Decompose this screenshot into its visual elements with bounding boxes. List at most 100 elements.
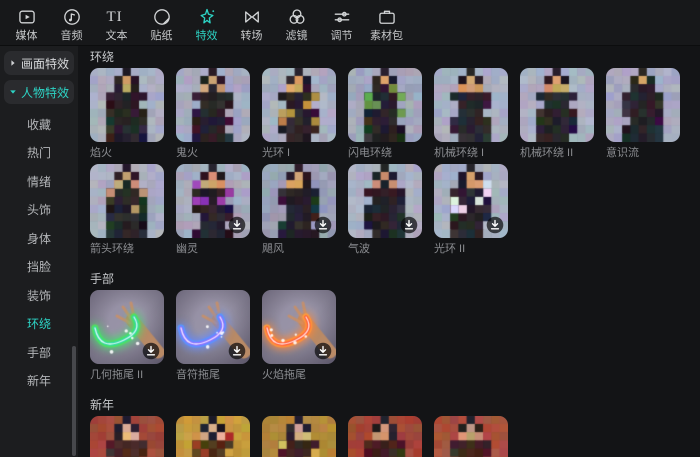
effect-label: 意识流 xyxy=(606,147,639,159)
toolbar-item-text[interactable]: TI 文本 xyxy=(94,7,139,42)
effect-thumbnail xyxy=(434,416,508,457)
effect-thumbnail xyxy=(262,68,336,142)
toolbar-item-label: 贴纸 xyxy=(150,30,173,42)
effect-thumbnail-art xyxy=(176,416,250,457)
sidebar-scrollbar-thumb[interactable] xyxy=(72,346,76,456)
download-icon[interactable] xyxy=(142,342,160,360)
sidebar-item-9[interactable]: 新年 xyxy=(0,367,78,396)
effect-thumbnail xyxy=(348,164,422,238)
effects-section: 手部 几何拖尾 II 音符拖尾 火焰拖尾 xyxy=(90,272,700,386)
effect-thumbnail-art xyxy=(90,68,164,142)
effects-grid xyxy=(90,416,700,457)
effect-label: 鬼火 xyxy=(176,147,198,159)
sidebar-item-5[interactable]: 挡脸 xyxy=(0,253,78,282)
sidebar-item-0[interactable]: 收藏 xyxy=(0,110,78,139)
app-window: 媒体 音频 TI 文本 贴纸 特效 转场 滤镜 调节 素材包 画面特效 人物特效… xyxy=(0,0,700,457)
toolbar-item-label: 滤镜 xyxy=(285,30,308,42)
sidebar-item-label: 身体 xyxy=(26,231,51,246)
toolbar: 媒体 音频 TI 文本 贴纸 特效 转场 滤镜 调节 素材包 xyxy=(0,0,700,46)
effect-card[interactable]: 飓风 xyxy=(262,164,336,260)
effect-card[interactable]: 光环 II xyxy=(434,164,508,260)
sidebar-item-label: 情绪 xyxy=(26,174,51,189)
sidebar-item-1[interactable]: 热门 xyxy=(0,139,78,168)
effect-thumbnail xyxy=(262,164,336,238)
effect-card[interactable] xyxy=(348,416,422,457)
toolbar-item-effects[interactable]: 特效 xyxy=(184,7,229,42)
sidebar-item-8[interactable]: 手部 xyxy=(0,338,78,367)
transition-icon xyxy=(242,7,262,27)
sidebar-item-6[interactable]: 装饰 xyxy=(0,281,78,310)
effect-label: 光环 II xyxy=(434,243,466,255)
sidebar-item-7[interactable]: 环绕 xyxy=(0,310,78,339)
download-icon[interactable] xyxy=(314,216,332,234)
effect-card[interactable] xyxy=(176,416,250,457)
effect-thumbnail xyxy=(90,416,164,457)
effect-card[interactable]: 意识流 xyxy=(606,68,680,164)
sidebar-group[interactable]: 人物特效 xyxy=(4,80,74,104)
toolbar-item-media[interactable]: 媒体 xyxy=(4,7,49,42)
sidebar-group[interactable]: 画面特效 xyxy=(4,51,74,75)
effect-card[interactable] xyxy=(434,416,508,457)
sidebar-item-3[interactable]: 头饰 xyxy=(0,196,78,225)
effect-card[interactable]: 幽灵 xyxy=(176,164,250,260)
toolbar-item-adjust[interactable]: 调节 xyxy=(319,7,364,42)
effect-card[interactable]: 机械环绕 I xyxy=(434,68,508,164)
download-icon[interactable] xyxy=(314,342,332,360)
effect-label: 幽灵 xyxy=(176,243,198,255)
sticker-icon xyxy=(152,7,172,27)
filter-icon xyxy=(287,7,307,27)
effect-card[interactable]: 气波 xyxy=(348,164,422,260)
effect-card[interactable]: 光环 I xyxy=(262,68,336,164)
effect-thumbnail xyxy=(348,68,422,142)
sidebar-item-4[interactable]: 身体 xyxy=(0,224,78,253)
toolbar-item-transition[interactable]: 转场 xyxy=(229,7,274,42)
sidebar-group-label: 画面特效 xyxy=(20,56,69,71)
sidebar-item-label: 头饰 xyxy=(26,203,51,218)
effect-card[interactable]: 闪电环绕 xyxy=(348,68,422,164)
effect-card[interactable]: 火焰拖尾 xyxy=(262,290,336,386)
effect-label: 光环 I xyxy=(262,147,291,159)
effect-thumbnail xyxy=(90,290,164,364)
effect-label: 几何拖尾 II xyxy=(90,369,144,381)
effect-card[interactable] xyxy=(90,416,164,457)
toolbar-item-label: 转场 xyxy=(240,30,263,42)
effects-grid: 几何拖尾 II 音符拖尾 火焰拖尾 xyxy=(90,290,700,386)
download-icon[interactable] xyxy=(486,216,504,234)
effect-thumbnail-art xyxy=(176,68,250,142)
effect-thumbnail xyxy=(606,68,680,142)
effect-thumbnail xyxy=(176,290,250,364)
effect-thumbnail-art xyxy=(434,68,508,142)
download-icon[interactable] xyxy=(228,342,246,360)
effect-thumbnail-art xyxy=(90,164,164,238)
effect-thumbnail-art xyxy=(348,416,422,457)
effect-thumbnail xyxy=(262,290,336,364)
effect-thumbnail xyxy=(434,164,508,238)
effects-icon xyxy=(197,7,217,27)
effect-card[interactable]: 几何拖尾 II xyxy=(90,290,164,386)
sidebar-item-label: 新年 xyxy=(26,374,51,389)
effect-card[interactable]: 音符拖尾 xyxy=(176,290,250,386)
chevron-down-icon xyxy=(9,88,17,96)
effect-card[interactable]: 机械环绕 II xyxy=(520,68,594,164)
effect-thumbnail-art xyxy=(606,68,680,142)
download-icon[interactable] xyxy=(400,216,418,234)
effect-label: 飓风 xyxy=(262,243,284,255)
effect-thumbnail xyxy=(520,68,594,142)
toolbar-item-filter[interactable]: 滤镜 xyxy=(274,7,319,42)
section-title: 环绕 xyxy=(90,50,115,64)
effect-thumbnail-art xyxy=(348,68,422,142)
download-icon[interactable] xyxy=(228,216,246,234)
sidebar-items: 收藏 热门 情绪 头饰 身体 挡脸 装饰 环绕 手部 新年 xyxy=(0,110,78,395)
toolbar-item-audio[interactable]: 音频 xyxy=(49,7,94,42)
sidebar-item-2[interactable]: 情绪 xyxy=(0,167,78,196)
toolbar-item-material[interactable]: 素材包 xyxy=(364,7,409,42)
effect-card[interactable] xyxy=(262,416,336,457)
toolbar-item-sticker[interactable]: 贴纸 xyxy=(139,7,184,42)
package-icon xyxy=(377,7,397,27)
sidebar-item-label: 手部 xyxy=(26,345,51,360)
effect-card[interactable]: 鬼火 xyxy=(176,68,250,164)
effect-card[interactable]: 焰火 xyxy=(90,68,164,164)
effect-label: 音符拖尾 xyxy=(176,369,220,381)
chevron-right-icon xyxy=(9,59,17,67)
effect-card[interactable]: 箭头环绕 xyxy=(90,164,164,260)
